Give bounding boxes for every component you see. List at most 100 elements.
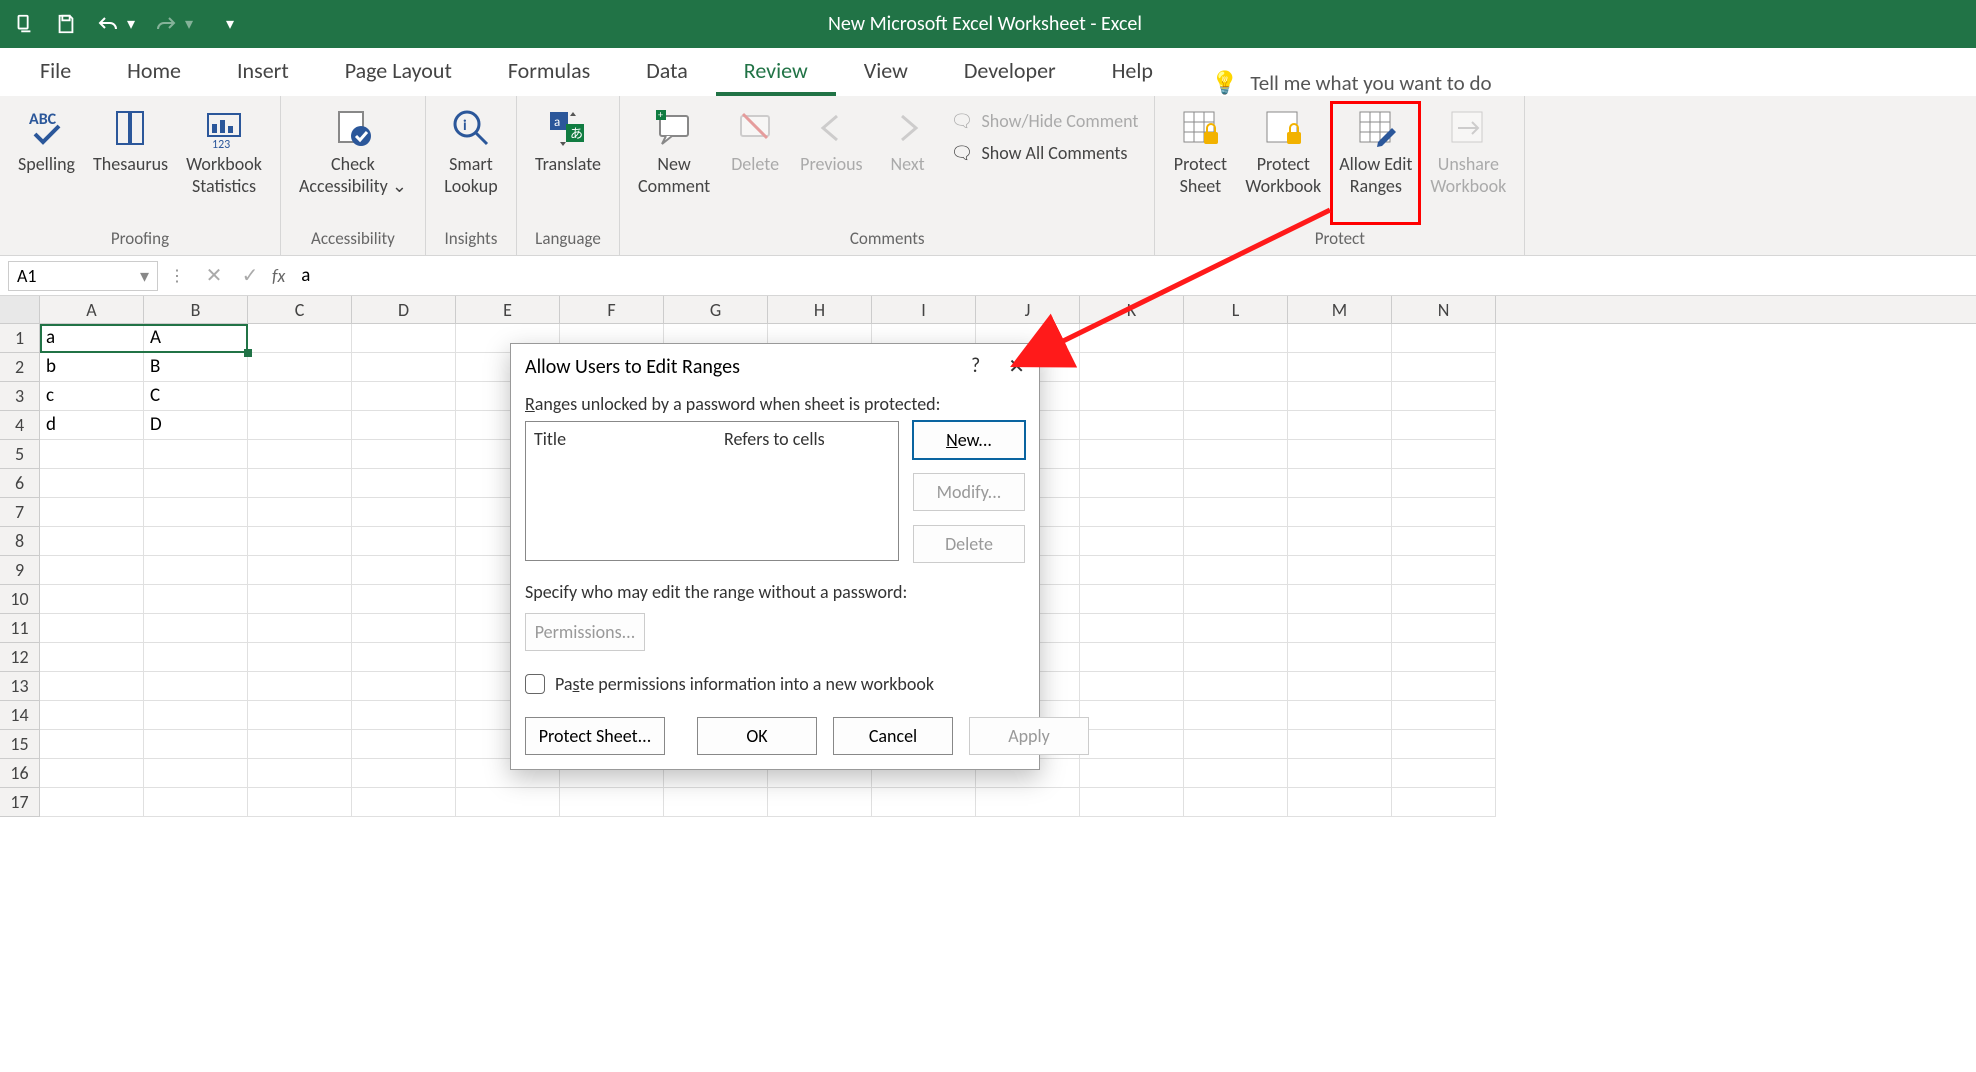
show-all-comments-button[interactable]: 🗨 Show All Comments [951, 142, 1139, 164]
cell[interactable]: B [144, 353, 248, 382]
workbook-statistics-button[interactable]: 123 WorkbookStatistics [178, 102, 270, 224]
select-all-corner[interactable] [0, 296, 40, 323]
cell[interactable] [248, 701, 352, 730]
show-hide-comment-button[interactable]: 🗨 Show/Hide Comment [951, 110, 1139, 132]
cell[interactable] [352, 353, 456, 382]
cell[interactable] [352, 643, 456, 672]
tab-page-layout[interactable]: Page Layout [317, 47, 480, 96]
cell[interactable] [1392, 556, 1496, 585]
apply-button[interactable]: Apply [969, 717, 1089, 755]
cell[interactable] [560, 788, 664, 817]
cell[interactable] [1392, 469, 1496, 498]
save-icon[interactable] [54, 12, 78, 36]
cell[interactable] [1080, 614, 1184, 643]
cell[interactable] [1184, 556, 1288, 585]
cell[interactable]: D [144, 411, 248, 440]
row-header[interactable]: 15 [0, 730, 40, 759]
cell[interactable] [1080, 759, 1184, 788]
cell[interactable] [1080, 440, 1184, 469]
cell[interactable] [1184, 411, 1288, 440]
cell[interactable] [1080, 701, 1184, 730]
cell[interactable] [144, 643, 248, 672]
cell[interactable]: d [40, 411, 144, 440]
tab-help[interactable]: Help [1084, 47, 1181, 96]
cell[interactable] [352, 730, 456, 759]
cell[interactable] [1288, 353, 1392, 382]
col-header[interactable]: C [248, 296, 352, 323]
cell[interactable] [1080, 643, 1184, 672]
row-header[interactable]: 1 [0, 324, 40, 353]
cell[interactable] [248, 469, 352, 498]
cell[interactable] [352, 614, 456, 643]
cancel-formula-icon[interactable]: ✕ [196, 263, 232, 288]
row-header[interactable]: 7 [0, 498, 40, 527]
row-header[interactable]: 12 [0, 643, 40, 672]
cell[interactable] [1080, 353, 1184, 382]
cell[interactable] [1288, 701, 1392, 730]
cell[interactable] [248, 324, 352, 353]
cell[interactable]: c [40, 382, 144, 411]
cell[interactable] [1392, 614, 1496, 643]
cell[interactable] [352, 585, 456, 614]
cell[interactable] [352, 411, 456, 440]
cell[interactable] [40, 614, 144, 643]
cell[interactable] [248, 759, 352, 788]
close-icon[interactable]: ✕ [1008, 354, 1025, 379]
cell[interactable] [352, 469, 456, 498]
cell[interactable] [144, 527, 248, 556]
cell[interactable] [40, 585, 144, 614]
cell[interactable] [872, 788, 976, 817]
col-header[interactable]: M [1288, 296, 1392, 323]
cell[interactable] [976, 788, 1080, 817]
fill-handle[interactable] [244, 349, 252, 357]
cell[interactable] [352, 440, 456, 469]
cell[interactable] [1080, 498, 1184, 527]
cell[interactable] [1288, 614, 1392, 643]
chevron-down-icon[interactable]: ▾ [140, 265, 149, 287]
cell[interactable] [1392, 411, 1496, 440]
cell[interactable] [1392, 643, 1496, 672]
col-header[interactable]: A [40, 296, 144, 323]
row-header[interactable]: 3 [0, 382, 40, 411]
cell[interactable] [1080, 469, 1184, 498]
cell[interactable] [144, 498, 248, 527]
col-header[interactable]: G [664, 296, 768, 323]
cell[interactable] [352, 527, 456, 556]
cell[interactable] [1080, 324, 1184, 353]
ok-button[interactable]: OK [697, 717, 817, 755]
col-header[interactable]: L [1184, 296, 1288, 323]
cell[interactable] [248, 411, 352, 440]
previous-comment-button[interactable]: Previous [792, 102, 870, 224]
cell[interactable] [144, 672, 248, 701]
cell[interactable]: C [144, 382, 248, 411]
cell[interactable] [1080, 672, 1184, 701]
cell[interactable] [1184, 353, 1288, 382]
row-header[interactable]: 16 [0, 759, 40, 788]
cell[interactable] [1392, 585, 1496, 614]
row-header[interactable]: 4 [0, 411, 40, 440]
col-header[interactable]: I [872, 296, 976, 323]
enter-formula-icon[interactable]: ✓ [232, 263, 268, 288]
fx-icon[interactable]: fx [272, 265, 285, 287]
cell[interactable] [144, 701, 248, 730]
cell[interactable] [248, 527, 352, 556]
cell[interactable] [144, 614, 248, 643]
cell[interactable] [40, 672, 144, 701]
check-accessibility-button[interactable]: CheckAccessibility ⌄ [291, 102, 415, 224]
name-box[interactable]: A1 ▾ [8, 261, 158, 291]
cancel-button[interactable]: Cancel [833, 717, 953, 755]
cell[interactable] [1080, 527, 1184, 556]
cell[interactable] [1288, 440, 1392, 469]
cell[interactable] [1392, 701, 1496, 730]
help-icon[interactable]: ? [971, 354, 980, 379]
cell[interactable] [40, 527, 144, 556]
undo-dropdown-icon[interactable]: ▾ [126, 12, 136, 36]
smart-lookup-button[interactable]: i SmartLookup [436, 102, 506, 224]
cell[interactable] [1392, 672, 1496, 701]
cell[interactable] [1184, 788, 1288, 817]
col-header[interactable]: F [560, 296, 664, 323]
cell[interactable] [1392, 440, 1496, 469]
row-header[interactable]: 10 [0, 585, 40, 614]
cell[interactable] [248, 353, 352, 382]
cell[interactable] [144, 469, 248, 498]
